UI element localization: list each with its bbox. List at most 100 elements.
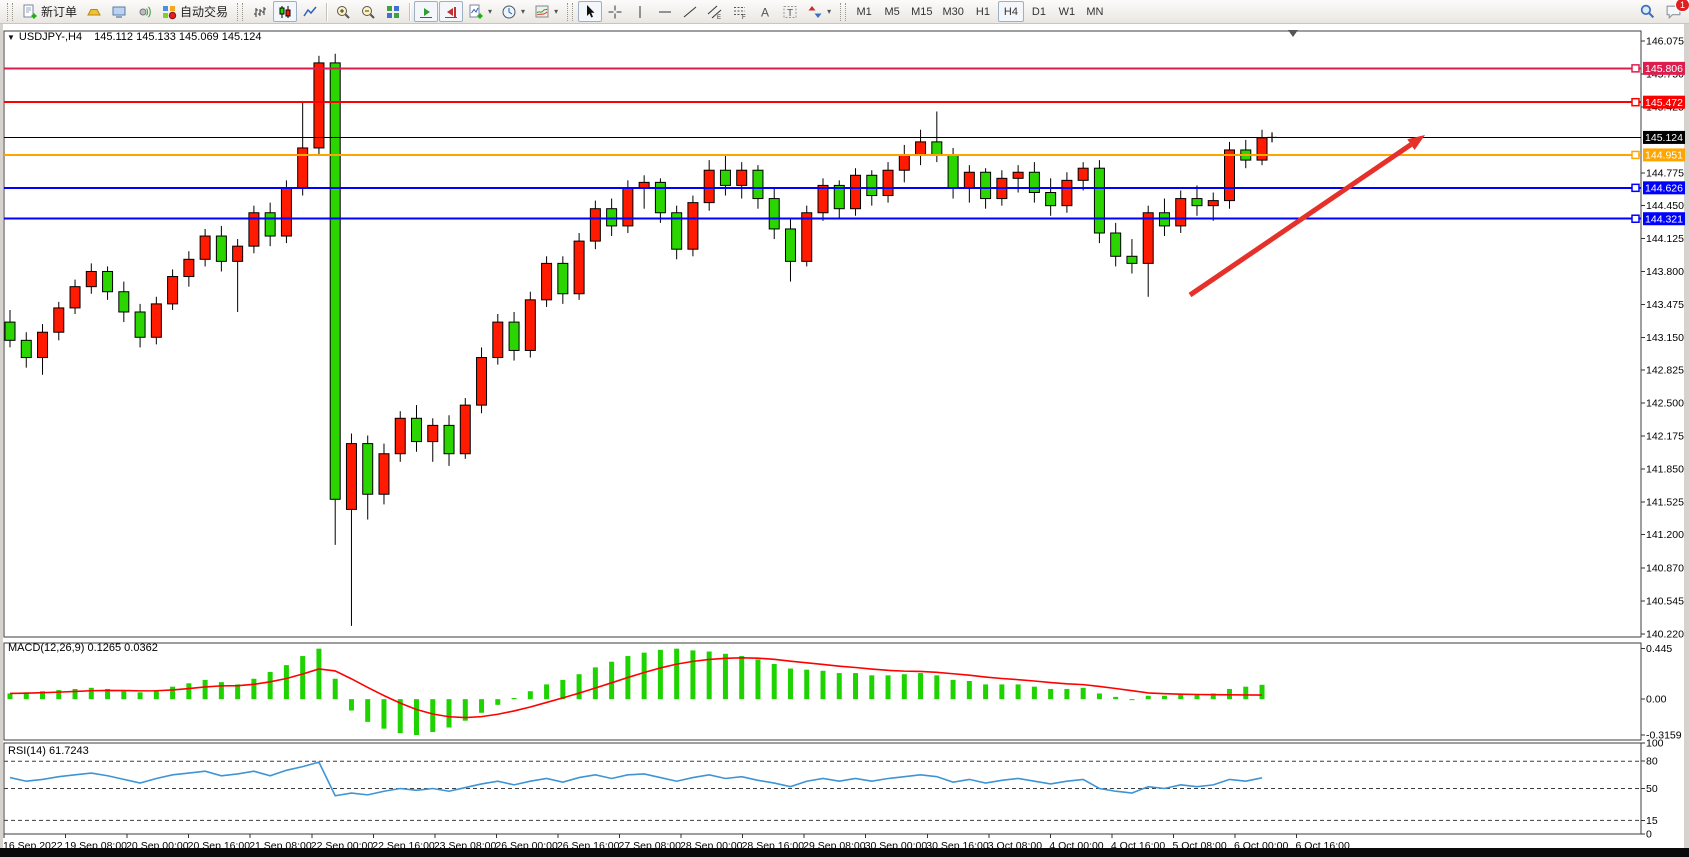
navigator-icon [111, 4, 127, 20]
svg-text:144.450: 144.450 [1646, 200, 1684, 212]
tile-windows-button[interactable] [381, 1, 405, 22]
svg-text:144.626: 144.626 [1645, 183, 1683, 195]
crosshair-button[interactable] [603, 1, 627, 22]
toolbar-grip[interactable] [567, 3, 573, 21]
macd-bar [495, 699, 500, 705]
candle-up [1062, 180, 1072, 205]
line-chart-button[interactable] [298, 1, 322, 22]
svg-text:0.00: 0.00 [1646, 694, 1667, 706]
svg-text:20 Sep 00:00: 20 Sep 00:00 [126, 840, 189, 848]
timeframe-D1[interactable]: D1 [1026, 1, 1052, 22]
svg-text:E: E [717, 15, 721, 20]
candle-down [785, 229, 795, 261]
vertical-line-button[interactable] [628, 1, 652, 22]
toolbar-grip[interactable] [840, 3, 846, 21]
chart-shift-button[interactable] [439, 1, 463, 22]
macd-bar [316, 649, 321, 699]
template-button[interactable]: ▾ [530, 1, 562, 22]
macd-bar [934, 675, 939, 699]
svg-text:50: 50 [1646, 783, 1658, 795]
main-pane [4, 31, 1641, 637]
fibonacci-button[interactable]: F [728, 1, 752, 22]
search-button[interactable] [1635, 1, 1660, 22]
svg-text:30 Sep 00:00: 30 Sep 00:00 [865, 840, 928, 848]
timeframe-M15[interactable]: M15 [907, 1, 936, 22]
zoom-out-button[interactable] [356, 1, 380, 22]
autotrading-button[interactable]: 自动交易 [157, 1, 232, 22]
arrows-button[interactable]: ▾ [803, 1, 835, 22]
hline-handle[interactable] [1632, 215, 1639, 222]
text-button[interactable]: A [753, 1, 777, 22]
add-indicator-button[interactable]: ▾ [464, 1, 496, 22]
candle-down [834, 185, 844, 208]
time-axis: 16 Sep 202219 Sep 08:0020 Sep 00:0020 Se… [3, 834, 1350, 848]
macd-bar [73, 689, 78, 699]
macd-bar [804, 670, 809, 699]
arrows-icon [807, 4, 823, 20]
candle-up [883, 170, 893, 195]
arrow-shaft[interactable] [1190, 145, 1411, 295]
candle-up [1143, 213, 1153, 264]
macd-bar [967, 681, 972, 699]
navigator-button[interactable] [107, 1, 131, 22]
macd-bar [89, 688, 94, 699]
macd-bar [251, 679, 256, 699]
candle-up [477, 358, 487, 406]
zoom-out-icon [360, 4, 376, 20]
text-label-button[interactable]: T [778, 1, 802, 22]
chart-title-bar[interactable]: ▼USDJPY-,H4145.112 145.133 145.069 145.1… [7, 31, 262, 43]
macd-bar [1113, 697, 1118, 699]
new-order-button[interactable]: 新订单 [18, 1, 81, 22]
candle-down [1127, 256, 1137, 263]
cursor-button[interactable] [578, 1, 602, 22]
timeframe-H4[interactable]: H4 [998, 1, 1024, 22]
macd-bar [902, 674, 907, 699]
toolbar-grip[interactable] [237, 3, 243, 21]
hline-handle[interactable] [1632, 99, 1639, 106]
pane-borders [4, 31, 1641, 834]
mt4-window: 新订单 自动交易 [0, 0, 1689, 857]
macd-bar [658, 650, 663, 699]
hline-handle[interactable] [1632, 151, 1639, 158]
candle-up [1078, 168, 1088, 180]
bar-chart-button[interactable] [248, 1, 272, 22]
market-watch-button[interactable] [82, 1, 106, 22]
hline-handle[interactable] [1632, 184, 1639, 191]
equidistant-channel-button[interactable]: E [703, 1, 727, 22]
chart-symbol-period: USDJPY-,H4 [19, 31, 82, 43]
timeframe-H1[interactable]: H1 [970, 1, 996, 22]
candlestick-chart-button[interactable] [273, 1, 297, 22]
macd-bar [772, 664, 777, 699]
notification-count-badge: 1 [1675, 0, 1689, 12]
zoom-in-button[interactable] [331, 1, 355, 22]
rsi-line [10, 762, 1262, 796]
timeframe-M30[interactable]: M30 [939, 1, 968, 22]
periods-button[interactable]: ▾ [497, 1, 529, 22]
candle-up [818, 185, 828, 212]
macd-bar [609, 662, 614, 699]
notifications-button[interactable]: 1 [1661, 1, 1686, 22]
svg-text:140.545: 140.545 [1646, 596, 1684, 608]
macd-bar [642, 653, 647, 700]
timeframe-MN[interactable]: MN [1082, 1, 1108, 22]
horizontal-line-button[interactable] [653, 1, 677, 22]
candle-down [769, 199, 779, 229]
svg-text:144.775: 144.775 [1646, 167, 1684, 179]
toolbar-grip[interactable] [7, 3, 13, 21]
autoscroll-icon [418, 4, 434, 20]
candle-down [1192, 199, 1202, 206]
svg-text:21 Sep 08:00: 21 Sep 08:00 [249, 840, 312, 848]
timeframe-M5[interactable]: M5 [879, 1, 905, 22]
autoscroll-button[interactable] [414, 1, 438, 22]
timeframe-W1[interactable]: W1 [1054, 1, 1080, 22]
horizontal-line-icon [657, 4, 673, 20]
trendline-button[interactable] [678, 1, 702, 22]
macd-bar [886, 675, 891, 699]
shift-marker-layer[interactable] [1288, 30, 1298, 37]
hline-handle[interactable] [1632, 65, 1639, 72]
candle-up [428, 425, 438, 441]
timeframe-M1[interactable]: M1 [851, 1, 877, 22]
candle-up [899, 155, 909, 170]
signals-button[interactable] [132, 1, 156, 22]
svg-text:0: 0 [1646, 829, 1652, 841]
